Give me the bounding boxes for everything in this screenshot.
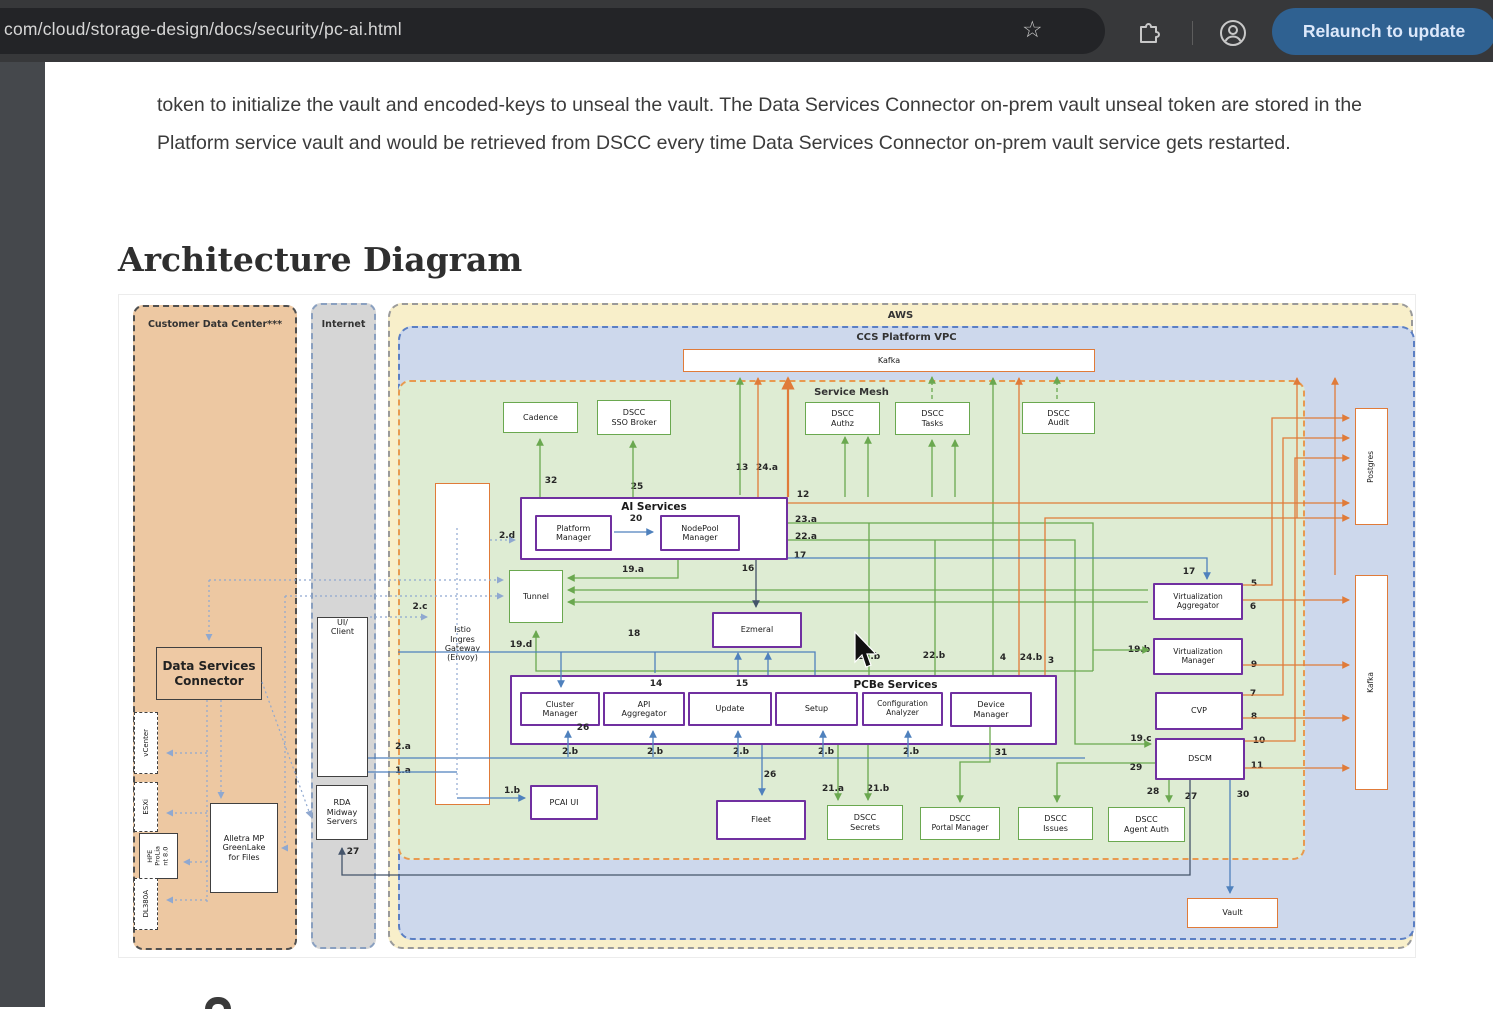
next-section-partial-heading [205, 997, 231, 1009]
region-label-aws: AWS [390, 305, 1411, 321]
profile-icon[interactable] [1218, 18, 1248, 48]
left-dark-sidebar [0, 62, 45, 1007]
toolbar-divider [1192, 21, 1193, 45]
url-bar[interactable]: com/cloud/storage-design/docs/security/p… [0, 8, 1105, 54]
page-title: Architecture Diagram [118, 240, 522, 279]
region-internet: Internet [311, 303, 376, 949]
region-label-internet: Internet [313, 305, 374, 330]
region-label-vpc: CCS Platform VPC [400, 328, 1413, 343]
browser-toolbar: com/cloud/storage-design/docs/security/p… [0, 0, 1493, 62]
relaunch-button[interactable]: Relaunch to update [1272, 8, 1493, 55]
region-customer-data-center: Customer Data Center*** [133, 305, 297, 950]
body-paragraph: token to initialize the vault and encode… [157, 86, 1432, 162]
region-label-customer-dc: Customer Data Center*** [135, 307, 295, 330]
url-text[interactable]: com/cloud/storage-design/docs/security/p… [4, 19, 402, 40]
bookmark-star-icon[interactable]: ☆ [1022, 16, 1043, 43]
extensions-icon[interactable] [1133, 18, 1163, 48]
region-service-mesh: Service Mesh [398, 380, 1305, 860]
region-label-service-mesh: Service Mesh [400, 382, 1303, 398]
